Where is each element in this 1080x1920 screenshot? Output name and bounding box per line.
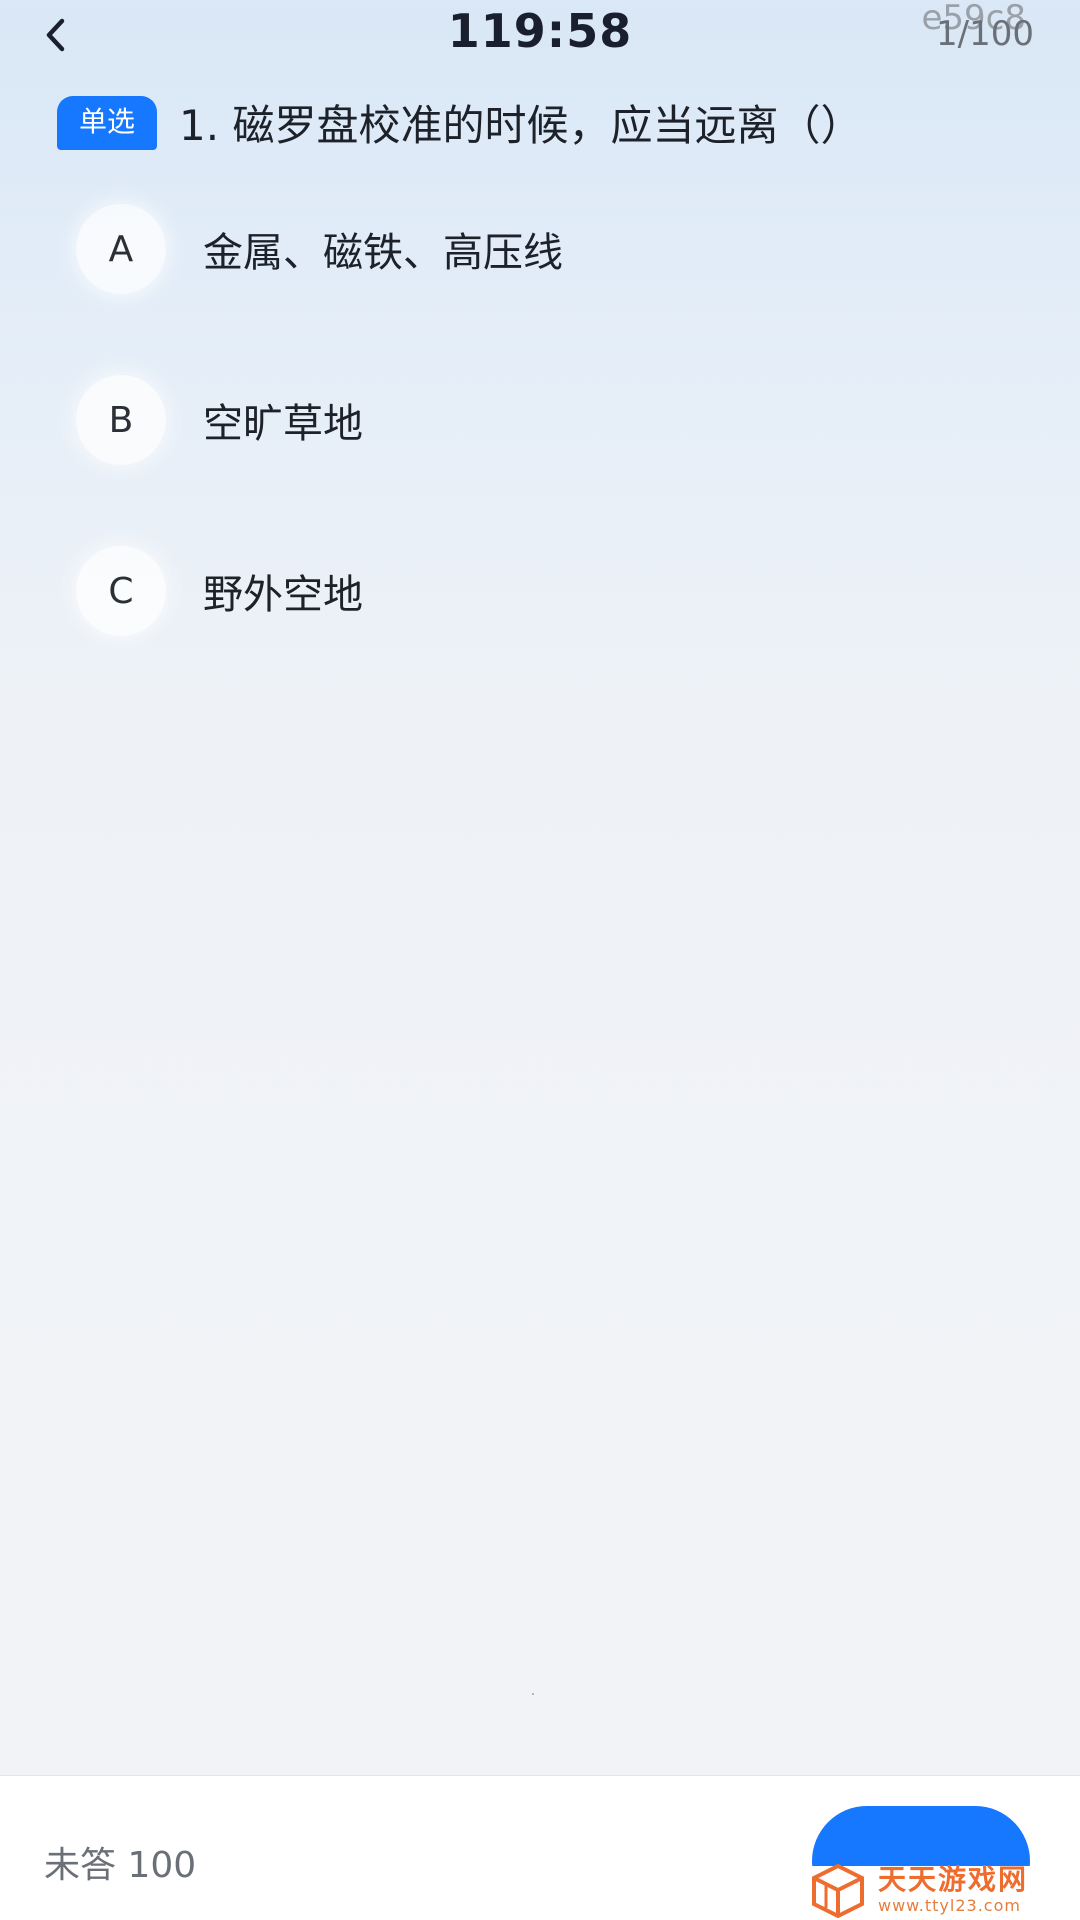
- question-header: 单选 1. 磁罗盘校准的时候，应当远离（）: [57, 92, 1040, 153]
- question-type-badge: 单选: [57, 95, 158, 150]
- bottom-bar: 未答 100 天天游戏网 www.ttyl23.com: [0, 1775, 1080, 1920]
- question-progress: 1/100: [936, 14, 1034, 54]
- option-letter: A: [76, 204, 166, 294]
- option-b[interactable]: B 空旷草地: [76, 375, 363, 465]
- option-text: 空旷草地: [203, 401, 363, 447]
- option-letter: B: [76, 375, 166, 465]
- top-bar: 119:58 e59c8 1/100: [0, 0, 1080, 80]
- button-shape: [812, 1806, 1030, 1866]
- option-c[interactable]: C 野外空地: [76, 546, 363, 636]
- option-text: 野外空地: [203, 572, 363, 618]
- primary-action-button[interactable]: [812, 1806, 1030, 1866]
- watermark-text: 天天游戏网 www.ttyl23.com: [878, 1864, 1028, 1916]
- unanswered-count: 未答 100: [44, 1845, 197, 1886]
- watermark-title: 天天游戏网: [878, 1863, 1029, 1896]
- option-a[interactable]: A 金属、磁铁、高压线: [76, 204, 563, 294]
- question-text: 1. 磁罗盘校准的时候，应当远离（）: [179, 101, 863, 150]
- option-letter: C: [76, 546, 166, 636]
- stray-dot: [532, 1693, 534, 1695]
- cube-logo-icon: [812, 1863, 864, 1918]
- watermark: 天天游戏网 www.ttyl23.com: [808, 1862, 1028, 1918]
- option-text: 金属、磁铁、高压线: [203, 230, 563, 276]
- countdown-timer: 119:58: [447, 4, 633, 58]
- watermark-url: www.ttyl23.com: [878, 1896, 1021, 1915]
